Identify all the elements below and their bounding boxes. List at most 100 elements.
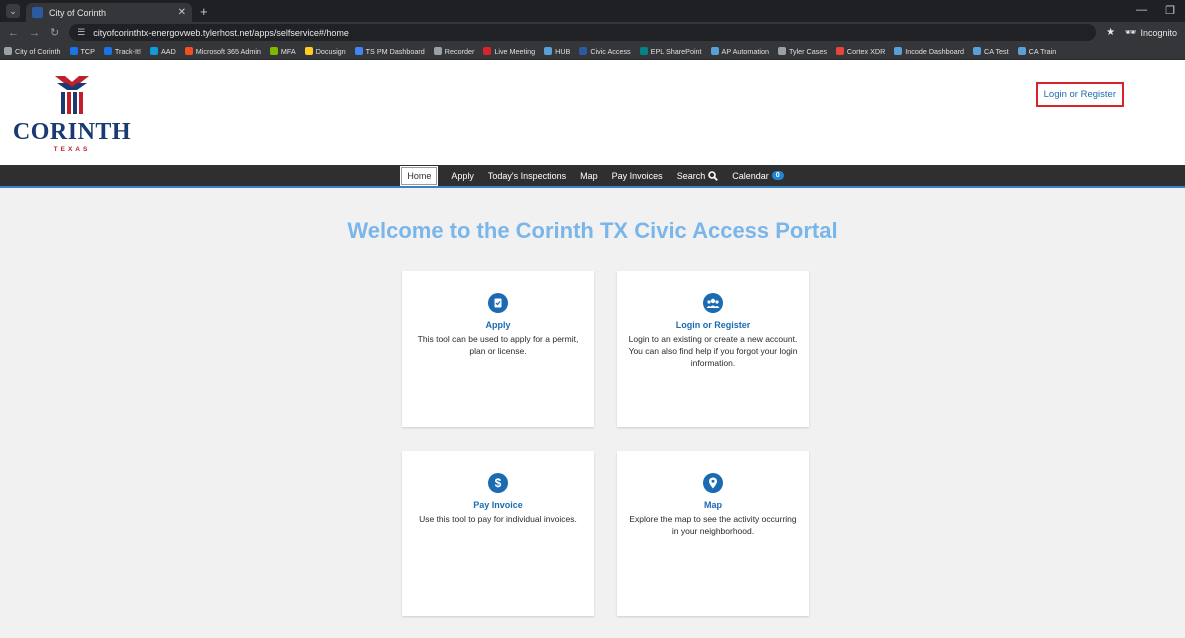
tab-search-icon[interactable]: ⌄ <box>6 4 20 18</box>
card-description: Login to an existing or create a new acc… <box>628 334 798 368</box>
bookmark-favicon-icon <box>433 47 442 55</box>
address-bar: ← → ↻ ☰ cityofcorinthtx-energovweb.tyler… <box>0 22 1185 43</box>
url-text[interactable]: cityofcorinthtx-energovweb.tylerhost.net… <box>93 28 1088 38</box>
window-controls: — ❐ <box>1136 4 1175 17</box>
corinth-logo[interactable]: CORINTH TEXAS <box>12 74 132 156</box>
url-field[interactable]: ☰ cityofcorinthtx-energovweb.tylerhost.n… <box>69 24 1097 41</box>
card-description: Use this tool to pay for individual invo… <box>419 514 577 524</box>
bookmark-label: Tyler Cases <box>788 46 827 56</box>
nav-apply[interactable]: Apply <box>451 171 474 181</box>
site-header: CORINTH TEXAS Login or Register <box>0 60 1185 165</box>
nav-calendar-label: Calendar <box>732 170 769 181</box>
nav-search[interactable]: Search <box>677 171 719 181</box>
card-title[interactable]: Map <box>617 500 809 510</box>
bookmark-favicon-icon <box>544 47 553 55</box>
bookmark-favicon-icon <box>483 47 492 55</box>
bookmark-favicon-icon <box>835 47 844 55</box>
bookmark-item[interactable]: AAD <box>150 47 176 56</box>
browser-tabbar: ⌄ City of Corinth ✕ + — ❐ <box>0 0 1185 22</box>
nav-home[interactable]: Home <box>400 165 439 186</box>
restore-icon[interactable]: ❐ <box>1165 4 1175 17</box>
nav-search-label: Search <box>676 170 706 181</box>
bookmark-label: Docusign <box>315 46 346 56</box>
search-icon <box>708 170 719 181</box>
bookmark-favicon-icon <box>894 47 903 55</box>
nav-pay-invoices[interactable]: Pay Invoices <box>612 171 663 181</box>
welcome-heading: Welcome to the Corinth TX Civic Access P… <box>347 218 838 243</box>
bookmark-item[interactable]: Recorder <box>433 46 475 56</box>
bookmark-item[interactable]: HUB <box>544 47 570 56</box>
bookmarks-bar: City of Corinth TCP Track-It! AAD Microsoft … <box>0 43 1185 60</box>
nav-map[interactable]: Map <box>580 171 598 181</box>
bookmark-label: City of Corinth <box>15 46 61 56</box>
users-icon <box>703 293 723 313</box>
new-tab-icon[interactable]: + <box>200 4 208 19</box>
browser-tab[interactable]: City of Corinth ✕ <box>26 3 192 22</box>
bookmark-favicon-icon <box>184 47 193 55</box>
bookmark-label: CA Train <box>1028 46 1057 56</box>
page: CORINTH TEXAS Login or Register Home App… <box>0 60 1185 618</box>
map-card[interactable]: Map Explore the map to see the activity … <box>617 451 809 616</box>
forward-icon[interactable]: → <box>29 27 40 39</box>
bookmark-label: Civic Access <box>590 46 631 56</box>
main-nav: Home Apply Today's Inspections Map Pay I… <box>0 165 1185 188</box>
bookmark-favicon-icon <box>777 47 786 55</box>
bookmark-item[interactable]: TCP <box>69 46 95 56</box>
nav-calendar[interactable]: Calendar 0 <box>732 170 784 181</box>
logo-subtitle: TEXAS <box>53 146 91 153</box>
bookmark-favicon-icon <box>1017 47 1026 55</box>
minimize-icon[interactable]: — <box>1136 4 1147 17</box>
bookmark-item[interactable]: Live Meeting <box>483 47 535 56</box>
incognito-label: Incognito <box>1140 27 1177 38</box>
bookmark-favicon-icon <box>639 47 648 55</box>
bookmark-favicon-icon <box>269 47 278 55</box>
bookmark-item[interactable]: CA Test <box>973 47 1009 56</box>
bookmark-item[interactable]: Cortex XDR <box>835 47 885 56</box>
login-register-card[interactable]: Login or Register Login to an existing o… <box>617 271 809 427</box>
bookmark-item[interactable]: TS PM Dashboard <box>354 46 425 56</box>
site-info-icon[interactable]: ☰ <box>77 27 85 38</box>
bookmark-label: CA Test <box>984 46 1009 56</box>
bookmark-label: TS PM Dashboard <box>365 46 425 56</box>
bookmark-favicon-icon <box>103 47 112 55</box>
bookmark-item[interactable]: City of Corinth <box>4 47 61 56</box>
login-register-link[interactable]: Login or Register <box>1035 82 1124 107</box>
bookmark-item[interactable]: Microsoft 365 Admin <box>184 46 261 56</box>
bookmark-item[interactable]: Civic Access <box>579 46 631 56</box>
bookmark-item[interactable]: MFA <box>269 47 296 56</box>
bookmark-item[interactable]: Track-It! <box>103 47 141 56</box>
nav-todays-inspections[interactable]: Today's Inspections <box>488 171 566 181</box>
bookmark-item[interactable]: AP Automation <box>710 46 769 56</box>
card-description: This tool can be used to apply for a per… <box>417 334 579 356</box>
tab-close-icon[interactable]: ✕ <box>178 7 186 18</box>
bookmark-item[interactable]: Docusign <box>304 46 346 56</box>
bookmark-label: HUB <box>555 46 571 56</box>
back-icon[interactable]: ← <box>8 27 19 39</box>
bookmark-label: Recorder <box>444 46 475 56</box>
apply-card[interactable]: Apply This tool can be used to apply for… <box>402 271 594 427</box>
dollar-icon: $ <box>488 473 508 493</box>
card-title[interactable]: Login or Register <box>617 320 809 330</box>
bookmark-item[interactable]: CA Train <box>1017 46 1057 56</box>
corinth-emblem-icon <box>55 76 89 114</box>
clipboard-check-icon <box>488 293 508 313</box>
incognito-indicator[interactable]: 🕶 Incognito <box>1125 27 1177 38</box>
bookmark-item[interactable]: Incode Dashboard <box>894 47 964 56</box>
bookmark-favicon-icon <box>304 47 313 55</box>
incognito-icon: 🕶 <box>1125 27 1137 37</box>
bookmark-label: TCP <box>80 46 95 56</box>
bookmark-item[interactable]: EPL SharePoint <box>639 46 702 56</box>
pay-invoice-card[interactable]: $ Pay Invoice Use this tool to pay for i… <box>402 451 594 616</box>
bookmark-label: Microsoft 365 Admin <box>195 46 261 56</box>
card-title[interactable]: Pay Invoice <box>402 500 594 510</box>
bookmark-favicon-icon <box>4 47 12 55</box>
bookmark-label: EPL SharePoint <box>650 46 702 56</box>
calendar-count-badge: 0 <box>771 171 784 180</box>
bookmark-star-icon[interactable]: ★ <box>1106 27 1115 38</box>
bookmark-label: AP Automation <box>721 46 769 56</box>
bookmark-item[interactable]: Tyler Cases <box>777 46 827 56</box>
reload-icon[interactable]: ↻ <box>50 26 59 39</box>
bookmark-label: Incode Dashboard <box>905 46 965 56</box>
card-description: Explore the map to see the activity occu… <box>629 514 797 536</box>
card-title[interactable]: Apply <box>402 320 594 330</box>
